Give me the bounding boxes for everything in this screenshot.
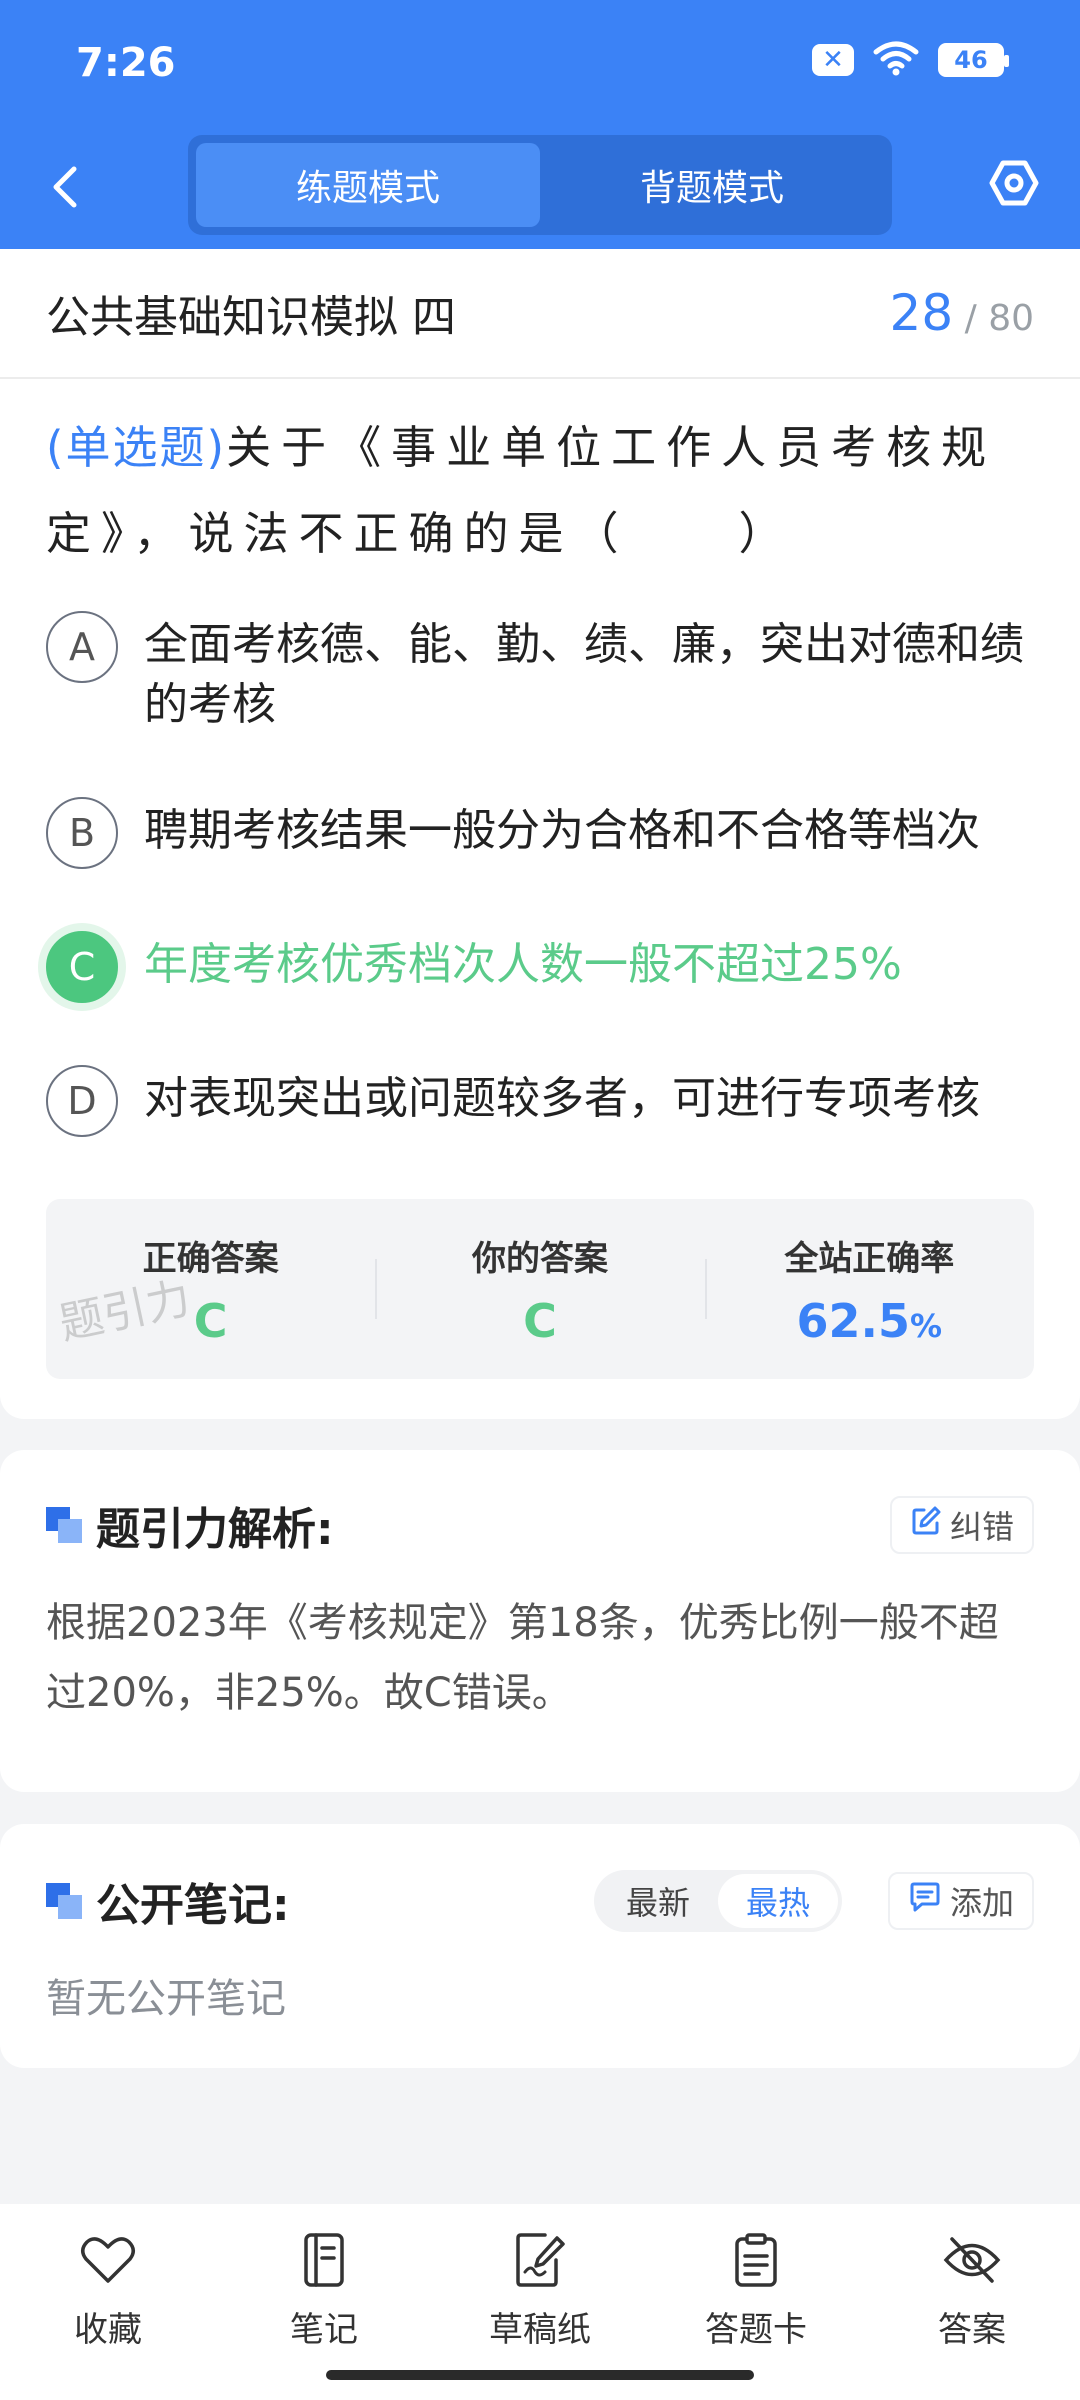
tab-practice-mode[interactable]: 练题模式 bbox=[196, 143, 540, 227]
heart-icon bbox=[78, 2230, 138, 2290]
home-indicator[interactable] bbox=[326, 2370, 754, 2380]
show-answer-button[interactable]: 答案 bbox=[864, 2204, 1080, 2400]
status-time: 7:26 bbox=[76, 40, 176, 86]
options-list: A 全面考核德、能、勤、绩、廉，突出对德和绩的考核 B 聘期考核结果一般分为合格… bbox=[0, 611, 1080, 1137]
favorite-button[interactable]: 收藏 bbox=[0, 2204, 216, 2400]
option-d[interactable]: D 对表现突出或问题较多者，可进行专项考核 bbox=[46, 1065, 1034, 1137]
accuracy-rate-label: 全站正确率 bbox=[784, 1238, 955, 1279]
add-note-label: 添加 bbox=[949, 1884, 1014, 1922]
status-bar: 7:26 ✕ 46 bbox=[0, 0, 1080, 125]
total-questions: 80 bbox=[988, 298, 1034, 339]
battery-icon: 46 bbox=[938, 43, 1009, 77]
back-icon[interactable] bbox=[40, 157, 90, 217]
analysis-text: 根据2023年《考核规定》第18条，优秀比例一般不超过20%，非25%。故C错误… bbox=[46, 1600, 999, 1716]
exam-title: 公共基础知识模拟 四 bbox=[46, 292, 456, 343]
analysis-title: 题引力解析: bbox=[96, 1504, 334, 1555]
mode-switch: 练题模式 背题模式 bbox=[188, 135, 892, 235]
notes-sort-toggle: 最新 最热 bbox=[593, 1870, 842, 1932]
exam-title-row: 公共基础知识模拟 四 28 / 80 bbox=[0, 249, 1080, 379]
option-b[interactable]: B 聘期考核结果一般分为合格和不合格等档次 bbox=[46, 797, 1034, 869]
notes-title: 公开笔记: bbox=[96, 1880, 290, 1931]
question-card: 公共基础知识模拟 四 28 / 80 (单选题)关于《事业单位工作人员考核规定》… bbox=[0, 249, 1080, 1419]
option-c[interactable]: C 年度考核优秀档次人数一般不超过25% bbox=[46, 931, 1034, 1003]
section-squares-icon bbox=[46, 1507, 82, 1543]
add-note-button[interactable]: 添加 bbox=[887, 1872, 1034, 1930]
answer-summary: 正确答案 C 你的答案 C 全站正确率 62.5% 题引力 bbox=[46, 1199, 1034, 1379]
option-d-letter: D bbox=[46, 1065, 118, 1137]
answer-sheet-icon bbox=[726, 2230, 786, 2290]
notes-card: 公开笔记: 最新 最热 添加 暂无公开笔记 bbox=[0, 1824, 1080, 2068]
section-squares-icon bbox=[46, 1883, 82, 1919]
status-icons: ✕ 46 bbox=[812, 40, 1009, 80]
report-error-label: 纠错 bbox=[949, 1508, 1014, 1546]
option-a[interactable]: A 全面考核德、能、勤、绩、廉，突出对德和绩的考核 bbox=[46, 611, 1034, 735]
notes-header: 公开笔记: 最新 最热 添加 bbox=[46, 1824, 1034, 1978]
question-stem: (单选题)关于《事业单位工作人员考核规定》，说法不正确的是（ ） bbox=[0, 379, 1080, 577]
question-progress: 28 / 80 bbox=[890, 284, 1034, 342]
notebook-icon bbox=[294, 2230, 354, 2290]
comment-icon bbox=[908, 1881, 942, 1921]
analysis-card: 题引力解析: 纠错 根据2023年《考核规定》第18条，优秀比例一般不超过20%… bbox=[0, 1450, 1080, 1792]
option-b-text: 聘期考核结果一般分为合格和不合格等档次 bbox=[144, 805, 980, 856]
draft-paper-icon bbox=[510, 2230, 570, 2290]
question-type: (单选题) bbox=[46, 421, 227, 474]
option-a-letter: A bbox=[46, 611, 118, 683]
accuracy-rate-value: 62.5% bbox=[797, 1294, 943, 1348]
sort-hottest[interactable]: 最热 bbox=[717, 1874, 838, 1928]
option-b-letter: B bbox=[46, 797, 118, 869]
option-c-letter: C bbox=[46, 931, 118, 1003]
report-error-button[interactable]: 纠错 bbox=[889, 1496, 1034, 1554]
eye-off-icon bbox=[942, 2230, 1002, 2290]
your-answer-col: 你的答案 C bbox=[375, 1199, 704, 1379]
option-c-text: 年度考核优秀档次人数一般不超过25% bbox=[144, 939, 902, 990]
battery-level: 46 bbox=[954, 46, 988, 74]
accuracy-rate-col: 全站正确率 62.5% bbox=[704, 1199, 1034, 1379]
your-answer-value: C bbox=[523, 1293, 557, 1348]
settings-icon[interactable] bbox=[984, 153, 1044, 213]
show-answer-label: 答案 bbox=[938, 2310, 1006, 2350]
favorite-label: 收藏 bbox=[74, 2310, 142, 2350]
nav-bar: 练题模式 背题模式 bbox=[0, 125, 1080, 249]
your-answer-label: 你的答案 bbox=[471, 1238, 608, 1279]
answer-sheet-label: 答题卡 bbox=[705, 2310, 807, 2350]
option-d-text: 对表现突出或问题较多者，可进行专项考核 bbox=[144, 1073, 980, 1124]
edit-icon bbox=[910, 1505, 942, 1545]
progress-separator: / bbox=[964, 298, 977, 339]
accuracy-rate-unit: % bbox=[910, 1306, 943, 1345]
notes-label: 笔记 bbox=[290, 2310, 358, 2350]
draft-paper-label: 草稿纸 bbox=[489, 2310, 591, 2350]
nfc-off-icon: ✕ bbox=[812, 44, 854, 76]
header: 7:26 ✕ 46 练题模式 背题模式 bbox=[0, 0, 1080, 249]
wifi-icon bbox=[872, 40, 920, 80]
sort-latest[interactable]: 最新 bbox=[598, 1874, 718, 1928]
tab-memorize-mode[interactable]: 背题模式 bbox=[540, 143, 884, 227]
accuracy-rate-number: 62.5 bbox=[796, 1293, 911, 1348]
analysis-header: 题引力解析: 纠错 bbox=[46, 1450, 1034, 1600]
current-question-number: 28 bbox=[889, 284, 954, 342]
notes-empty-text: 暂无公开笔记 bbox=[46, 1976, 286, 2022]
correct-answer-value: C bbox=[193, 1293, 228, 1348]
option-a-text: 全面考核德、能、勤、绩、廉，突出对德和绩的考核 bbox=[144, 619, 1024, 730]
